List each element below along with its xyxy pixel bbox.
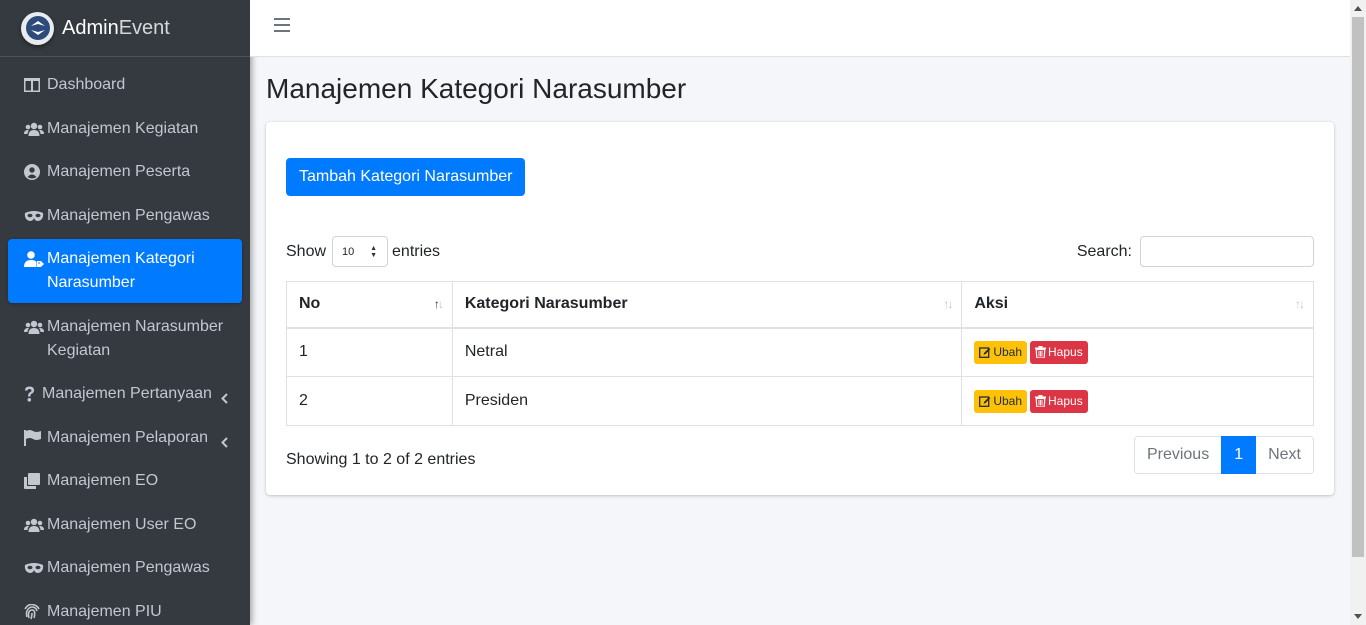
sidebar-item-label: Manajemen PIU	[47, 602, 162, 620]
cell-aksi: Ubah Hapus	[961, 376, 1314, 426]
sidebar-item-dashboard[interactable]: Dashboard	[8, 65, 242, 105]
entries-select-value: 10	[342, 245, 355, 258]
sidebar-item-kategori-narasumber[interactable]: Manajemen Kategori Narasumber	[8, 239, 242, 303]
cell-no: 1	[286, 327, 453, 377]
users-icon	[24, 513, 44, 537]
sidebar-item-label: Manajemen Narasumber Kegiatan	[47, 317, 224, 359]
column-header-label: No	[299, 295, 321, 313]
sidebar-item-label: Manajemen Pelaporan	[47, 428, 208, 446]
sidebar-item-label: Manajemen User EO	[47, 515, 197, 533]
show-label: Show	[286, 242, 327, 260]
sort-icon: ↑↓	[943, 297, 953, 311]
column-header-no[interactable]: No ↑↓	[286, 281, 453, 329]
fingerprint-icon	[24, 600, 44, 624]
sidebar-item-label: Manajemen Pengawas	[47, 559, 210, 576]
top-navbar	[250, 0, 1350, 57]
sidebar-item-label: Manajemen Kegiatan	[47, 119, 199, 137]
sidebar-item-label: Manajemen Kategori Narasumber	[47, 250, 195, 291]
sidebar-nav: Dashboard Manajemen Kegiatan Manajemen P…	[0, 57, 250, 625]
page-scrollbar[interactable]	[1350, 0, 1366, 625]
pagination-page-1[interactable]: 1	[1221, 436, 1257, 474]
sidebar-item-label: Dashboard	[47, 76, 126, 93]
scroll-up-icon[interactable]	[1350, 0, 1366, 17]
sidebar-item-label: Manajemen Peserta	[47, 163, 191, 180]
select-arrows-icon: ▲ ▼	[370, 245, 378, 259]
edit-icon	[979, 396, 991, 407]
delete-button[interactable]: Hapus	[1030, 340, 1088, 364]
edit-icon	[979, 347, 991, 359]
entries-label: entries	[392, 242, 441, 260]
edit-label: Ubah	[993, 345, 1023, 360]
sidebar: AdminEvent Dashboard Manajemen Kegiatan …	[0, 0, 250, 625]
columns-icon	[24, 73, 44, 97]
page-title: Manajemen Kategori Narasumber	[266, 73, 687, 104]
table-info: Showing 1 to 2 of 2 entries	[286, 451, 476, 468]
search-control: Search:	[1077, 236, 1314, 267]
question-icon	[24, 382, 39, 406]
table-row: 2 Presiden Ubah Hapus	[286, 376, 1314, 426]
sidebar-item-label: Manajemen Pengawas	[47, 206, 210, 224]
column-header-aksi[interactable]: Aksi ↑↓	[961, 281, 1314, 329]
cell-no: 2	[286, 376, 453, 426]
pagination-previous[interactable]: Previous	[1133, 436, 1223, 474]
content-card: Tambah Kategori Narasumber Show 10 ▲ ▼ en…	[266, 122, 1334, 495]
table-header-row: No ↑↓ Kategori Narasumber ↑↓ Aksi ↑↓	[286, 281, 1314, 329]
edit-button[interactable]: Ubah	[974, 340, 1028, 364]
delete-label: Hapus	[1048, 345, 1083, 360]
search-label: Search:	[1076, 242, 1132, 260]
sidebar-item-pertanyaan[interactable]: Manajemen Pertanyaan	[8, 374, 242, 414]
sort-icon: ↑↓	[1295, 297, 1305, 311]
search-input[interactable]	[1140, 236, 1314, 267]
sidebar-item-pengawas[interactable]: Manajemen Pengawas	[8, 196, 242, 236]
user-circle-icon	[24, 160, 44, 184]
column-header-label: Aksi	[974, 295, 1009, 313]
entries-select[interactable]: 10 ▲ ▼	[332, 236, 389, 267]
sidebar-item-kegiatan[interactable]: Manajemen Kegiatan	[8, 109, 242, 149]
trash-icon	[1035, 395, 1047, 407]
add-kategori-button[interactable]: Tambah Kategori Narasumber	[286, 158, 526, 196]
sidebar-item-pengawas-2[interactable]: Manajemen Pengawas	[8, 548, 242, 588]
sidebar-item-user-eo[interactable]: Manajemen User EO	[8, 505, 242, 545]
pagination-next[interactable]: Next	[1255, 436, 1314, 474]
sidebar-item-piu[interactable]: Manajemen PIU	[8, 592, 242, 625]
edit-label: Ubah	[993, 394, 1023, 408]
delete-button[interactable]: Hapus	[1030, 389, 1088, 413]
sidebar-item-peserta[interactable]: Manajemen Peserta	[8, 152, 242, 192]
column-header-label: Kategori Narasumber	[464, 295, 628, 313]
column-header-kategori[interactable]: Kategori Narasumber ↑↓	[451, 281, 963, 329]
chevron-left-icon	[221, 432, 228, 456]
scrollbar-thumb[interactable]	[1352, 17, 1364, 557]
cell-kategori: Netral	[451, 327, 963, 377]
table-row: 1 Netral Ubah Hapus	[286, 327, 1314, 377]
flag-icon	[24, 426, 44, 450]
cell-kategori: Presiden	[451, 376, 963, 426]
sidebar-item-label: Manajemen Pertanyaan	[42, 385, 212, 402]
brand-link[interactable]: AdminEvent	[0, 0, 250, 57]
users-icon	[24, 117, 44, 141]
chevron-left-icon	[221, 388, 228, 412]
sidebar-item-eo[interactable]: Manajemen EO	[8, 461, 242, 501]
edit-button[interactable]: Ubah	[974, 389, 1028, 413]
mask-icon	[24, 204, 44, 228]
brand-logo-icon	[21, 11, 54, 45]
trash-icon	[1035, 346, 1047, 359]
sidebar-item-narasumber-kegiatan[interactable]: Manajemen Narasumber Kegiatan	[8, 307, 242, 371]
copy-icon	[24, 469, 44, 493]
sidebar-item-pelaporan[interactable]: Manajemen Pelaporan	[8, 418, 242, 458]
entries-length-control: Show 10 ▲ ▼ entries	[286, 236, 440, 267]
kategori-table: No ↑↓ Kategori Narasumber ↑↓ Aksi ↑↓ 1 Netr…	[286, 281, 1314, 426]
sidebar-item-label: Manajemen EO	[47, 472, 159, 489]
brand-text: AdminEvent	[62, 16, 170, 39]
user-tag-icon	[24, 247, 44, 271]
hamburger-menu-icon[interactable]	[274, 18, 290, 32]
scroll-down-icon[interactable]	[1350, 608, 1366, 625]
cell-aksi: Ubah Hapus	[961, 327, 1314, 377]
users-icon	[24, 315, 44, 339]
pagination: Previous 1 Next	[1133, 436, 1314, 474]
sort-asc-icon: ↑↓	[433, 297, 444, 311]
mask-icon	[24, 556, 44, 580]
delete-label: Hapus	[1048, 394, 1083, 408]
